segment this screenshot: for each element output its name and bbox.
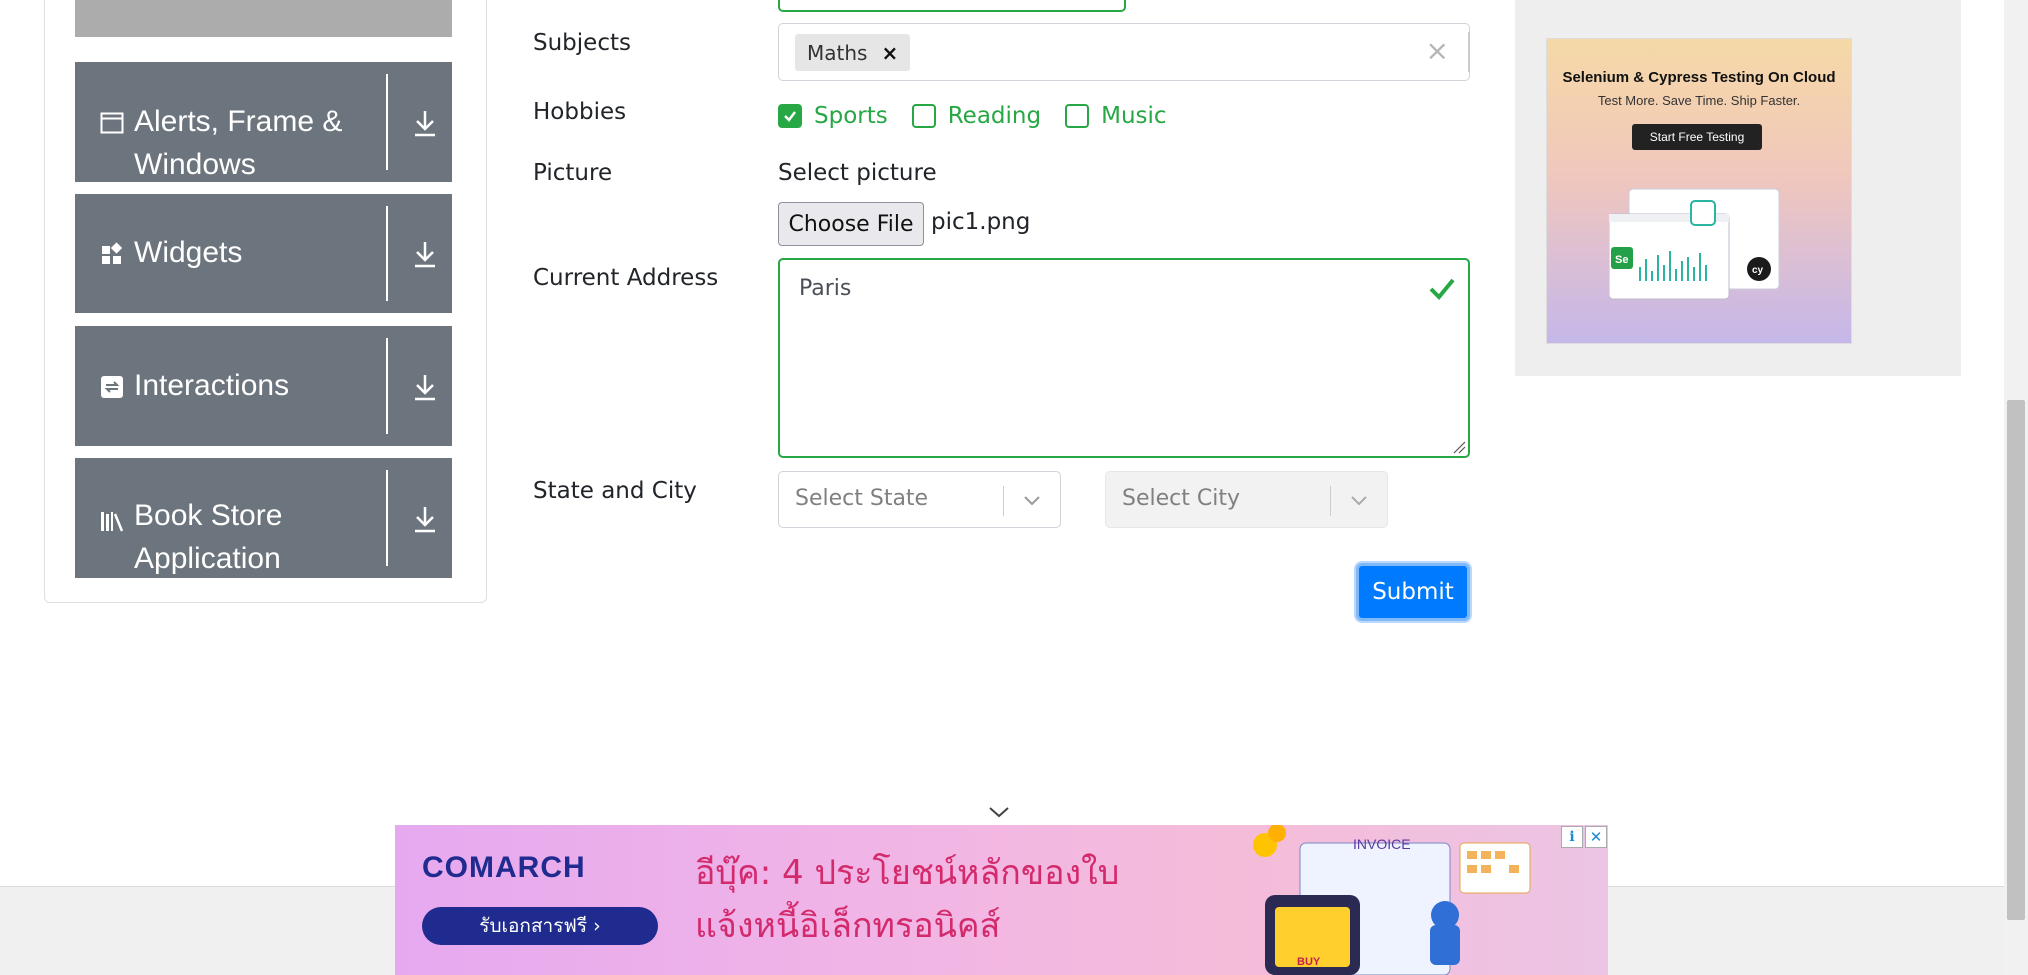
hobbies-label: Hobbies [533, 99, 627, 125]
state-city-label: State and City [533, 478, 697, 504]
group-divider [386, 74, 388, 170]
dashboard-illustration-icon: Se cy [1609, 188, 1780, 300]
sidebar-group-label-2: Application [134, 542, 281, 575]
hobby-reading[interactable]: Reading [911, 103, 1042, 129]
current-address-label: Current Address [533, 265, 719, 291]
previous-field-partial[interactable] [778, 0, 1126, 12]
state-placeholder: Select State [795, 486, 929, 511]
sidebar-group-label: Widgets [134, 236, 243, 269]
hobby-music[interactable]: Music [1065, 103, 1167, 129]
sidebar-group-label-2: Windows [134, 148, 256, 181]
sidebar-group-partial[interactable] [75, 0, 452, 37]
ad-info-icon[interactable]: i [1561, 826, 1583, 848]
subjects-separator [1468, 32, 1470, 72]
group-divider [386, 470, 388, 566]
state-select[interactable]: Select State [778, 471, 1061, 528]
download-arrow-icon[interactable] [412, 108, 438, 138]
banner-brand: COMARCH [422, 851, 586, 884]
address-value: Paris [799, 276, 852, 301]
svg-text:cy: cy [1752, 265, 1764, 276]
subjects-label: Subjects [533, 30, 631, 56]
resize-handle-icon[interactable] [1452, 440, 1466, 454]
collapse-ad-chevron-icon[interactable] [987, 803, 1011, 821]
selected-file-name: pic1.png [931, 209, 1031, 235]
invoice-text: INVOICE [1353, 836, 1411, 852]
banner-headline-2: แจ้งหนี้อิเล็กทรอนิคส์ [695, 906, 1001, 946]
download-arrow-icon[interactable] [412, 504, 438, 534]
ad-close-icon[interactable]: ✕ [1585, 826, 1607, 848]
current-address-textarea[interactable]: Paris [778, 258, 1470, 458]
hobby-label: Music [1101, 103, 1167, 129]
download-arrow-icon[interactable] [412, 239, 438, 269]
city-placeholder: Select City [1122, 486, 1240, 511]
select-separator [1003, 486, 1004, 516]
sidebar-group-alerts[interactable]: Alerts, Frame & Windows [75, 62, 452, 182]
subject-chip-label: Maths [807, 40, 868, 65]
buy-text: BUY [1297, 956, 1321, 968]
chevron-down-icon[interactable] [1349, 490, 1369, 510]
subjects-input[interactable]: Maths × × [778, 23, 1470, 81]
invoice-illustration-icon: INVOICE BUY [1253, 825, 1531, 975]
select-separator [1330, 486, 1331, 516]
books-icon [101, 512, 124, 532]
window-icon [100, 112, 124, 134]
checkbox[interactable] [1065, 104, 1090, 128]
side-ad-title: Selenium & Cypress Testing On Cloud [1562, 69, 1836, 86]
chip-remove-icon[interactable]: × [881, 41, 898, 65]
hobby-label: Sports [814, 103, 888, 129]
group-divider [386, 206, 388, 301]
scrollbar-thumb[interactable] [2007, 400, 2025, 920]
banner-headline-1: อีบุ๊ค: 4 ประโยชน์หลักของใบ [695, 853, 1120, 893]
select-picture-label: Select picture [778, 160, 937, 186]
checkmark-icon [784, 111, 796, 122]
sidebar-group-interactions[interactable]: Interactions [75, 326, 452, 446]
city-select[interactable]: Select City [1105, 471, 1388, 528]
hobby-label: Reading [947, 103, 1042, 129]
side-ad-subtitle: Test More. Save Time. Ship Faster. [1597, 93, 1801, 108]
group-divider [386, 338, 388, 434]
submit-button[interactable]: Submit [1356, 563, 1470, 621]
svg-text:Se: Se [1615, 254, 1628, 266]
checkbox-checked[interactable] [778, 104, 802, 128]
widgets-icon [102, 242, 123, 264]
sidebar-group-label: Interactions [134, 369, 290, 402]
banner-cta-button[interactable]: รับเอกสารฟรี › [422, 907, 658, 945]
sidebar-group-widgets[interactable]: Widgets [75, 194, 452, 313]
download-arrow-icon[interactable] [412, 372, 438, 402]
picture-label: Picture [533, 160, 613, 186]
checkbox[interactable] [911, 104, 936, 128]
sidebar-group-label: Book Store [134, 499, 283, 532]
sidebar-group-book-store[interactable]: Book Store Application [75, 458, 452, 578]
hobby-sports[interactable]: Sports [778, 103, 888, 129]
valid-check-icon [1429, 278, 1455, 300]
sidebar-group-label: Alerts, Frame & [134, 105, 343, 138]
interactions-icon [101, 376, 123, 398]
side-ad[interactable]: Selenium & Cypress Testing On Cloud Test… [1546, 38, 1852, 344]
side-ad-cta-button[interactable]: Start Free Testing [1632, 124, 1762, 150]
subject-chip: Maths × [795, 34, 911, 71]
hobbies-group: Sports Reading Music [778, 96, 1191, 136]
bottom-banner-ad[interactable]: COMARCH รับเอกสารฟรี › อีบุ๊ค: 4 ประโยชน… [395, 825, 1608, 975]
chevron-down-icon[interactable] [1022, 490, 1042, 510]
choose-file-button[interactable]: Choose File [778, 202, 924, 246]
clear-icon[interactable]: × [1426, 34, 1449, 67]
